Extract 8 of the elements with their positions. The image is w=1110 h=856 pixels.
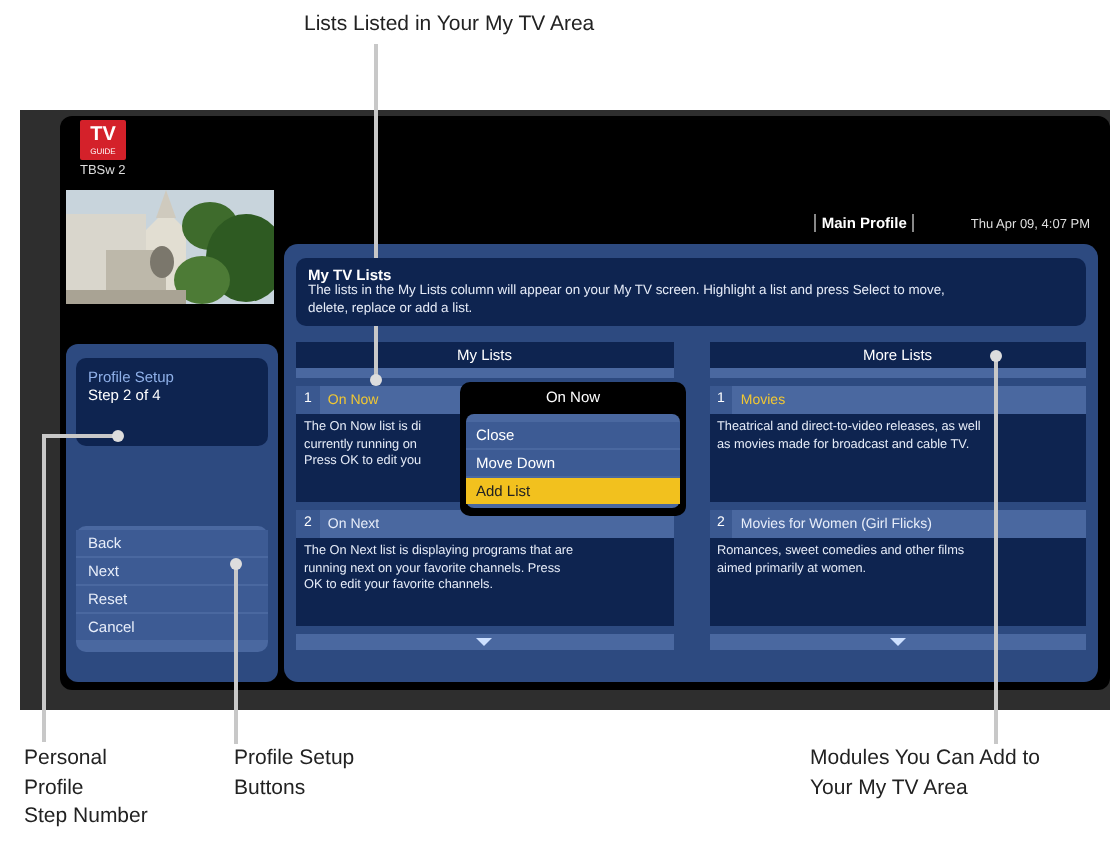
- callout-label: Lists Listed in Your My TV Area: [304, 12, 595, 40]
- scroll-bar[interactable]: [709, 634, 1086, 650]
- scroll-bar[interactable]: [296, 634, 673, 650]
- callout-label: Personal Profile Step Number: [24, 744, 150, 833]
- callout-label: Profile Setup Buttons: [234, 744, 357, 804]
- callout-label: Modules You Can Add to Your My TV Area: [810, 744, 1043, 804]
- down-arrow-icon: [889, 638, 906, 646]
- down-arrow-icon: [476, 638, 493, 646]
